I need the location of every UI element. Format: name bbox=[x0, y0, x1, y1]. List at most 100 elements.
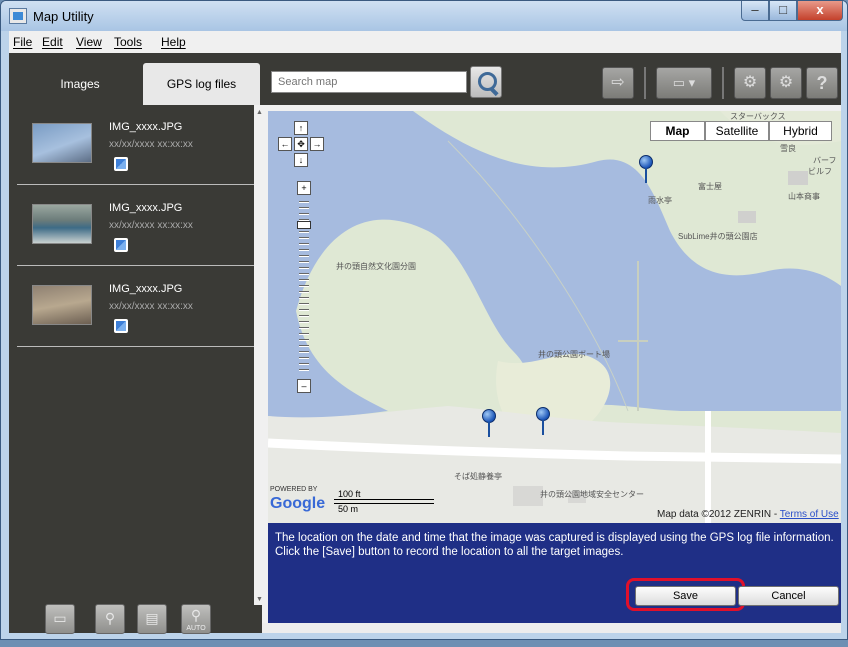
map-label: 山本商事 bbox=[788, 192, 820, 201]
list-item[interactable]: IMG_xxxx.JPG xx/xx/xxxx xx:xx:xx bbox=[17, 267, 254, 347]
pan-center-button[interactable]: ✥ bbox=[294, 137, 308, 151]
image-datetime: xx/xx/xxxx xx:xx:xx bbox=[109, 139, 193, 150]
help-icon: ? bbox=[816, 73, 828, 93]
image-thumbnail bbox=[32, 123, 92, 163]
search-input[interactable] bbox=[271, 71, 467, 93]
open-folder-button[interactable]: ▭ bbox=[45, 604, 75, 634]
image-thumbnail bbox=[32, 285, 92, 325]
save-button[interactable]: Save bbox=[635, 586, 736, 606]
toolbar-divider bbox=[644, 67, 646, 99]
app-window: Map Utility – □ x File Edit View Tools H… bbox=[0, 0, 848, 640]
pan-up-button[interactable]: ↑ bbox=[294, 121, 308, 135]
map-label: 富士屋 bbox=[698, 182, 722, 191]
cancel-button[interactable]: Cancel bbox=[738, 586, 839, 606]
image-panel: Images GPS log files IMG_xxxx.JPG xx/xx/… bbox=[9, 53, 264, 634]
close-button[interactable]: x bbox=[797, 1, 843, 21]
window-dropdown-button[interactable]: ▭ ▾ bbox=[656, 67, 712, 99]
map-label: 井の頭公園地域安全センター bbox=[540, 490, 644, 499]
pan-left-button[interactable]: ← bbox=[278, 137, 292, 151]
location-pin-icon[interactable] bbox=[639, 155, 653, 183]
image-list: IMG_xxxx.JPG xx/xx/xxxx xx:xx:xx IMG_xxx… bbox=[17, 105, 254, 605]
window-dropdown-icon: ▭ ▾ bbox=[672, 75, 696, 90]
map-panel: ⇨ ▭ ▾ ⚙ ⚙ ? bbox=[262, 53, 841, 633]
map-view[interactable]: Map Satellite Hybrid ↑ ← ✥ → ↓ + – 井の頭自然… bbox=[268, 111, 841, 523]
terms-of-use-link[interactable]: Terms of Use bbox=[780, 509, 839, 520]
list-item[interactable]: IMG_xxxx.JPG xx/xx/xxxx xx:xx:xx bbox=[17, 105, 254, 185]
zoom-in-button[interactable]: + bbox=[297, 181, 311, 195]
image-filename: IMG_xxxx.JPG bbox=[109, 283, 183, 295]
window-title: Map Utility bbox=[33, 9, 94, 24]
powered-by-label: POWERED BY bbox=[270, 486, 318, 493]
menu-view[interactable]: View bbox=[76, 35, 102, 49]
image-tools: ▭ ⚲ ▤ ⚲ AUTO bbox=[17, 601, 262, 639]
menu-file[interactable]: File bbox=[13, 35, 32, 49]
minimize-button[interactable]: – bbox=[741, 1, 769, 21]
tools-settings-button[interactable]: ⚙ bbox=[734, 67, 766, 99]
map-canvas bbox=[268, 111, 841, 523]
info-message: The location on the date and time that t… bbox=[275, 532, 834, 558]
map-label: ビルフ bbox=[808, 167, 832, 176]
map-label: 雨水亭 bbox=[648, 196, 672, 205]
menu-help[interactable]: Help bbox=[161, 35, 186, 49]
zoom-slider[interactable] bbox=[297, 197, 311, 377]
map-type-satellite-button[interactable]: Satellite bbox=[705, 121, 769, 141]
export-icon: ⇨ bbox=[611, 74, 625, 91]
copy-location-button[interactable]: ▤ bbox=[137, 604, 167, 634]
info-panel: The location on the date and time that t… bbox=[268, 523, 841, 623]
app-icon bbox=[9, 8, 27, 24]
remove-location-button[interactable]: ⚲ bbox=[95, 604, 125, 634]
list-item[interactable]: IMG_xxxx.JPG xx/xx/xxxx xx:xx:xx bbox=[17, 186, 254, 266]
scale-meters: 50 m bbox=[334, 503, 434, 514]
gps-tagged-icon bbox=[114, 157, 128, 171]
map-attribution: Map data ©2012 ZENRIN - Terms of Use bbox=[657, 509, 839, 520]
scale-feet: 100 ft bbox=[334, 489, 434, 500]
map-label: 雪良 bbox=[780, 144, 796, 153]
image-filename: IMG_xxxx.JPG bbox=[109, 121, 183, 133]
image-thumbnail bbox=[32, 204, 92, 244]
menu-tools[interactable]: Tools bbox=[114, 35, 142, 49]
map-label: そば処静養亭 bbox=[454, 472, 502, 481]
auto-location-icon: ⚲ bbox=[190, 607, 202, 623]
title-bar[interactable]: Map Utility – □ x bbox=[1, 1, 847, 31]
remove-location-icon: ⚲ bbox=[104, 610, 116, 626]
gps-tagged-icon bbox=[114, 238, 128, 252]
folder-icon: ▭ bbox=[53, 610, 67, 626]
status-strip bbox=[262, 623, 841, 633]
tab-gps-log-files[interactable]: GPS log files bbox=[143, 63, 260, 105]
toolbar-divider bbox=[722, 67, 724, 99]
auto-label: AUTO bbox=[186, 625, 206, 632]
map-label: バーフ bbox=[813, 156, 837, 165]
map-type-map-button[interactable]: Map bbox=[650, 121, 705, 141]
tools-settings-icon: ⚙ bbox=[742, 74, 758, 91]
attribution-text: Map data ©2012 ZENRIN - bbox=[657, 509, 780, 520]
image-filename: IMG_xxxx.JPG bbox=[109, 202, 183, 214]
menu-edit[interactable]: Edit bbox=[42, 35, 63, 49]
gps-tagged-icon bbox=[114, 319, 128, 333]
image-datetime: xx/xx/xxxx xx:xx:xx bbox=[109, 301, 193, 312]
auto-location-button[interactable]: ⚲ AUTO bbox=[181, 604, 211, 634]
pan-right-button[interactable]: → bbox=[310, 137, 324, 151]
settings-button[interactable]: ⚙ bbox=[770, 67, 802, 99]
map-scale: 100 ft 50 m bbox=[334, 489, 434, 514]
map-toolbar: ⇨ ▭ ▾ ⚙ ⚙ ? bbox=[262, 53, 841, 105]
location-pin-icon[interactable] bbox=[536, 407, 550, 435]
location-pin-icon[interactable] bbox=[482, 409, 496, 437]
google-logo[interactable]: Google bbox=[270, 495, 325, 513]
map-label: スターバックス bbox=[730, 112, 786, 121]
menu-bar: File Edit View Tools Help bbox=[9, 31, 841, 53]
map-label: 井の頭公園ボート場 bbox=[538, 350, 610, 359]
zoom-out-button[interactable]: – bbox=[297, 379, 311, 393]
image-datetime: xx/xx/xxxx xx:xx:xx bbox=[109, 220, 193, 231]
export-button[interactable]: ⇨ bbox=[602, 67, 634, 99]
map-label: SubLime井の頭公園店 bbox=[678, 232, 758, 241]
gear-icon: ⚙ bbox=[778, 74, 794, 91]
tab-images[interactable]: Images bbox=[17, 63, 143, 105]
zoom-slider-thumb[interactable] bbox=[297, 221, 311, 229]
search-button[interactable] bbox=[470, 66, 502, 98]
maximize-button[interactable]: □ bbox=[769, 1, 797, 21]
map-label: 井の頭自然文化園分園 bbox=[336, 262, 416, 271]
copy-location-icon: ▤ bbox=[145, 610, 159, 626]
help-button[interactable]: ? bbox=[806, 67, 838, 99]
map-type-hybrid-button[interactable]: Hybrid bbox=[769, 121, 832, 141]
pan-down-button[interactable]: ↓ bbox=[294, 153, 308, 167]
